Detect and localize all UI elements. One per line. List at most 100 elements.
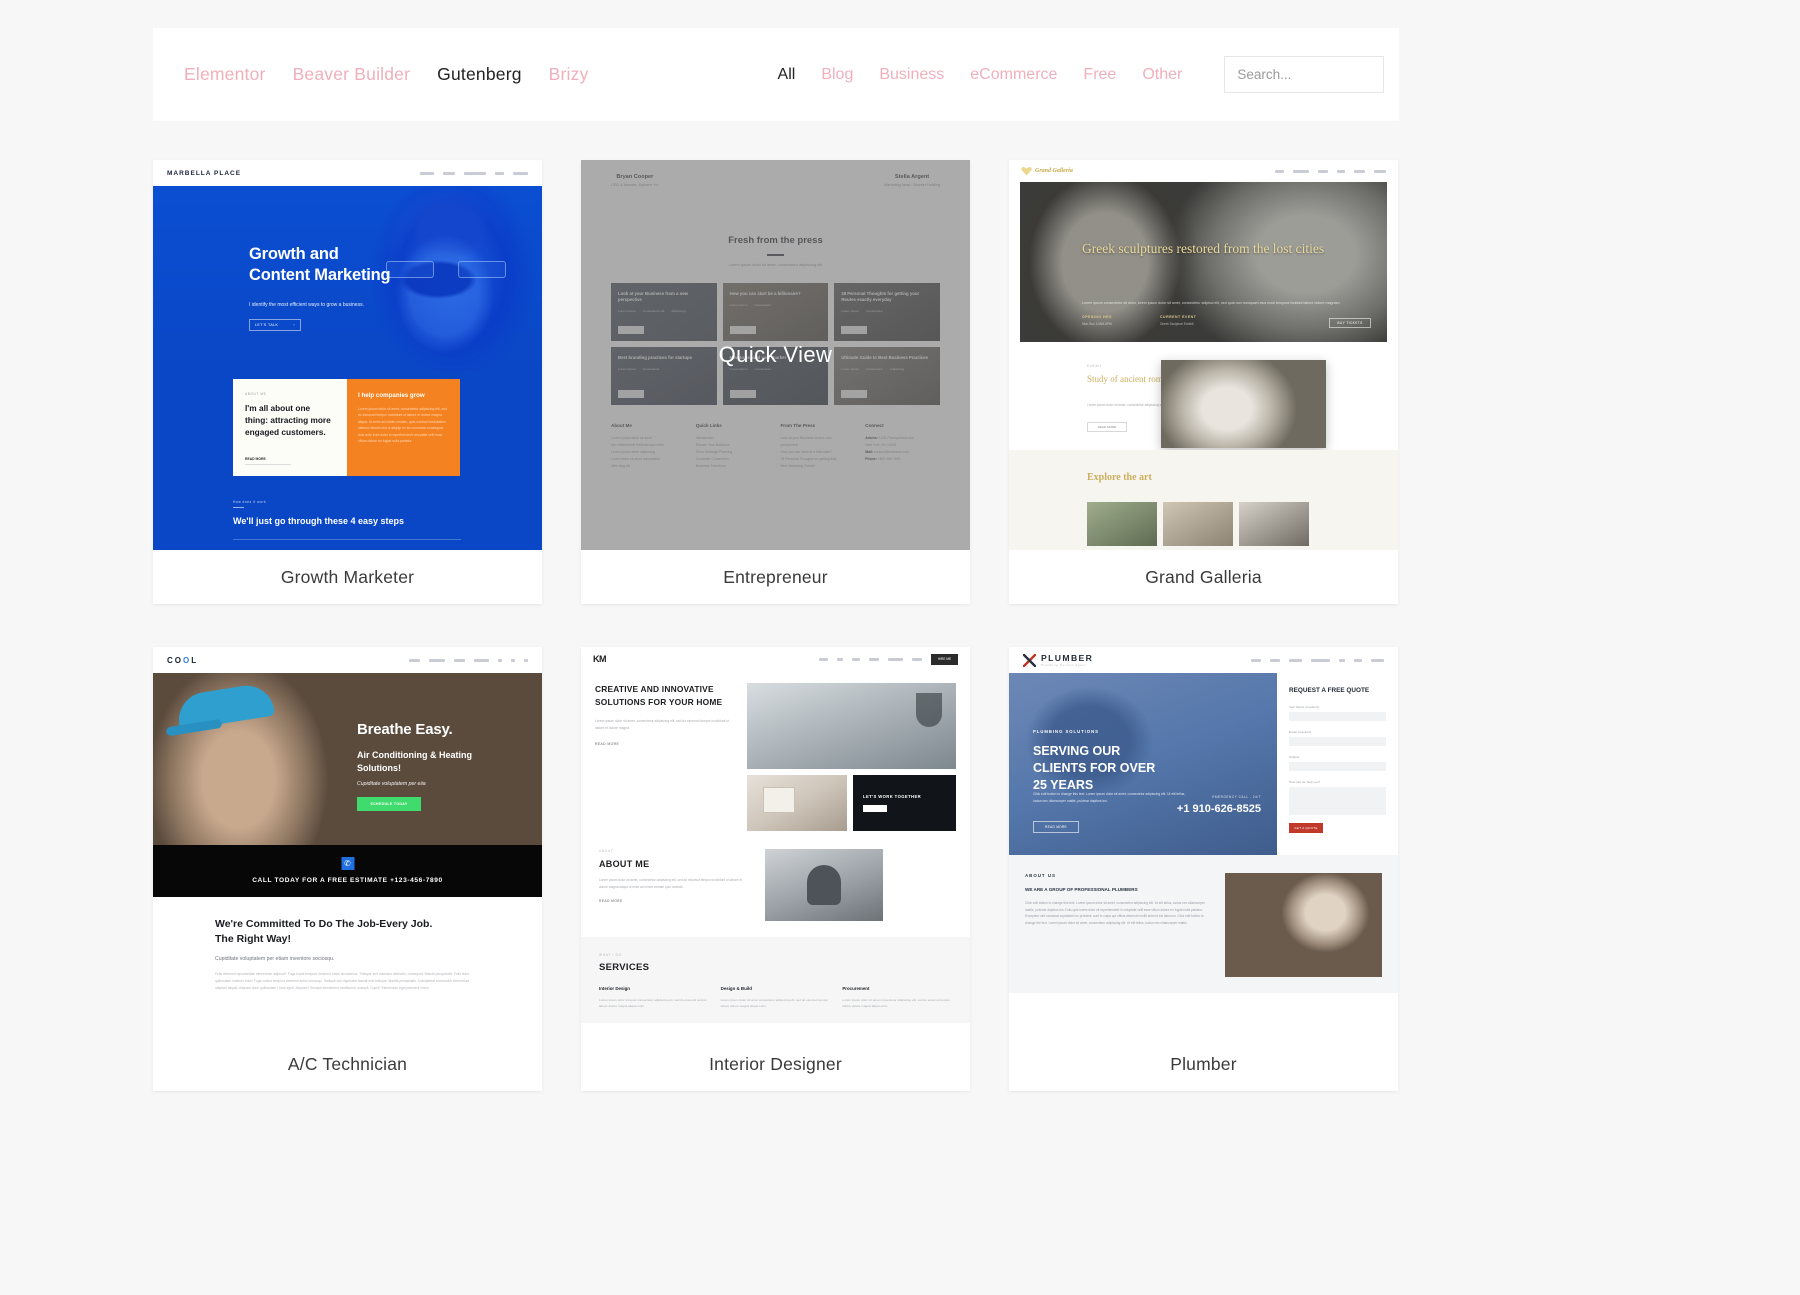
hero-italic-text: Cupiditate voluptatem per eiia [357,781,426,787]
logo-sub: Plumbing Service Agent [1041,663,1087,667]
interior-photo-small [747,775,847,831]
service-text: Lorem ipsum dolor sit amet consectetur a… [720,998,829,1009]
plumber-photo [1225,873,1382,977]
template-card-plumber[interactable]: PLUMBER Plumbing Service Agent PLUMBING S… [1009,647,1398,1091]
work-together-tile[interactable]: LET'S WORK TOGETHER [853,775,956,831]
hero-title-line1: Growth and [249,245,339,263]
service-title: Design & Build [720,986,752,991]
site-logo-text: Grand Galleria [1035,168,1073,174]
mini-nav-links [1275,169,1386,173]
builder-tab-elementor[interactable]: Elementor [184,64,266,85]
work-together-button[interactable] [863,805,887,812]
template-thumbnail: PLUMBER Plumbing Service Agent PLUMBING S… [1009,647,1398,1037]
service-text: Lorem ipsum dolor sit amet consectetur a… [599,998,707,1009]
hero-subtitle: Air Conditioning & Heating Solutions! [357,749,472,775]
name-input[interactable] [1289,711,1386,721]
info-value: Greek Sculpture Exhibit [1160,322,1194,327]
buy-tickets-button[interactable]: BUY TICKETS [1329,318,1371,328]
template-card-title: Interior Designer [709,1053,842,1074]
exhibit-read-more-button[interactable]: READ MORE [1087,422,1127,432]
arrow-right-icon: › [293,323,295,327]
divider [233,539,461,540]
builder-tab-brizy[interactable]: Brizy [549,64,589,85]
template-card-ac-technician[interactable]: COOL Breathe Easy. Air Conditioning & He… [153,647,542,1091]
subject-input[interactable] [1289,761,1386,771]
template-grid: MARBELLA PLACE Growth and Content Market… [153,160,1399,1091]
category-tab-all[interactable]: All [778,66,796,84]
hero-cta-button[interactable]: LET'S TALK › [249,319,301,331]
category-tab-ecommerce[interactable]: eCommerce [970,66,1057,84]
about-text-column: ABOUT US WE ARE A GROUP OF PROFESSIONAL … [1025,873,1211,993]
template-card-title: A/C Technician [287,1053,408,1074]
wrench-screwdriver-icon [1023,653,1036,667]
explore-thumb[interactable] [1239,502,1309,546]
call-band: ✆ CALL TODAY FOR A FREE ESTIMATE +123-45… [153,845,542,897]
about-read-more-button[interactable]: READ MORE [245,457,291,465]
schedule-today-label: SCHEDULE TODAY [370,802,408,806]
hero-read-more-button[interactable]: READ MORE [1033,821,1079,833]
builder-tab-gutenberg[interactable]: Gutenberg [437,64,522,85]
template-card-title: Grand Galleria [1145,566,1262,587]
mini-navbar: PLUMBER Plumbing Service Agent [1009,647,1398,673]
info-label: CURRENT EVENT [1160,315,1197,320]
search-input[interactable] [1224,56,1385,93]
hero-row: PLUMBING SOLUTIONS SERVING OUR CLIENTS F… [1009,673,1398,855]
message-textarea[interactable] [1289,786,1386,815]
filter-bar: Elementor Beaver Builder Gutenberg Brizy… [153,28,1399,121]
about-heading: ABOUT ME [599,859,650,869]
template-card-entrepreneur[interactable]: Bryan Cooper CEO & founder, Epitome Inc … [581,160,970,604]
builder-tab-beaver-builder[interactable]: Beaver Builder [293,64,411,85]
steps-section: How does it work We'll just go through t… [153,476,542,550]
services-section: WHAT I DO SERVICES Interior Design Lorem… [581,937,970,1023]
field-label: Your Name (required) [1289,704,1319,709]
template-thumbnail: KM HIRE ME CREATIVE AND INNOVATIVE SOLUT… [581,647,970,1037]
category-tab-free[interactable]: Free [1083,66,1116,84]
about-heading: I'm all about one thing: attracting more… [245,403,331,437]
hero-title: Greek sculptures restored from the lost … [1082,241,1325,256]
technician-photo [174,681,276,731]
get-a-quote-button[interactable]: GET A QUOTE [1289,822,1323,833]
site-logo: Grand Galleria [1021,166,1073,176]
logo-accent: O [183,655,192,665]
about-heading: WE ARE A GROUP OF PROFESSIONAL PLUMBERS [1025,887,1138,892]
template-card-interior-designer[interactable]: KM HIRE ME CREATIVE AND INNOVATIVE SOLUT… [581,647,970,1091]
mini-nav-links [409,658,528,662]
phone-number[interactable]: +1 910-626-8525 [1177,803,1261,817]
template-thumbnail: Grand Galleria Greek sculptures restored… [1009,160,1398,550]
email-input[interactable] [1289,736,1386,746]
category-tab-business[interactable]: Business [879,66,944,84]
hire-me-button[interactable]: HIRE ME [931,653,958,665]
about-read-more-link[interactable]: READ MORE [599,899,749,903]
help-heading: I help companies grow [358,392,425,399]
field-label: Email (required) [1289,729,1312,734]
hero-cta-label: LET'S TALK [255,323,279,327]
hero-read-more-label: READ MORE [1044,825,1067,829]
info-label: OPENING HRS [1082,315,1113,320]
services-heading: SERVICES [599,962,650,973]
quick-view-overlay[interactable]: Quick View [581,160,970,550]
hero-title-line2: Content Marketing [249,266,391,285]
logo-main: PLUMBER [1041,653,1094,663]
builder-tabs: Elementor Beaver Builder Gutenberg Brizy [184,64,589,85]
explore-thumb[interactable] [1163,502,1233,546]
heart-logo-icon [1021,166,1032,176]
template-card-grand-galleria[interactable]: Grand Galleria Greek sculptures restored… [1009,160,1398,604]
service-item: Procurement Lorem ipsum dolor sit amet c… [842,986,952,1009]
service-item: Design & Build Lorem ipsum dolor sit ame… [721,986,831,1009]
template-thumbnail: Bryan Cooper CEO & founder, Epitome Inc … [581,160,970,550]
hero-photo-column: LET'S WORK TOGETHER [747,683,956,831]
explore-thumb[interactable] [1087,502,1157,546]
about-paragraph: Lorem ipsum dolor sit amet, consectetur … [599,878,742,889]
exhibit-read-more-label: READ MORE [1097,425,1117,429]
site-logo: KM [593,654,607,664]
hero-read-more-link[interactable]: READ MORE [595,742,735,746]
get-a-quote-label: GET A QUOTE [1294,825,1318,830]
category-tab-other[interactable]: Other [1142,66,1182,84]
template-card-growth-marketer[interactable]: MARBELLA PLACE Growth and Content Market… [153,160,542,604]
commitment-heading-line2: The Right Way! [215,932,292,945]
explore-thumbnails [1087,502,1309,546]
category-tab-blog[interactable]: Blog [821,66,853,84]
steps-kicker: How does it work [233,500,542,508]
schedule-today-button[interactable]: SCHEDULE TODAY [357,797,421,811]
site-logo: PLUMBER Plumbing Service Agent [1023,653,1093,667]
